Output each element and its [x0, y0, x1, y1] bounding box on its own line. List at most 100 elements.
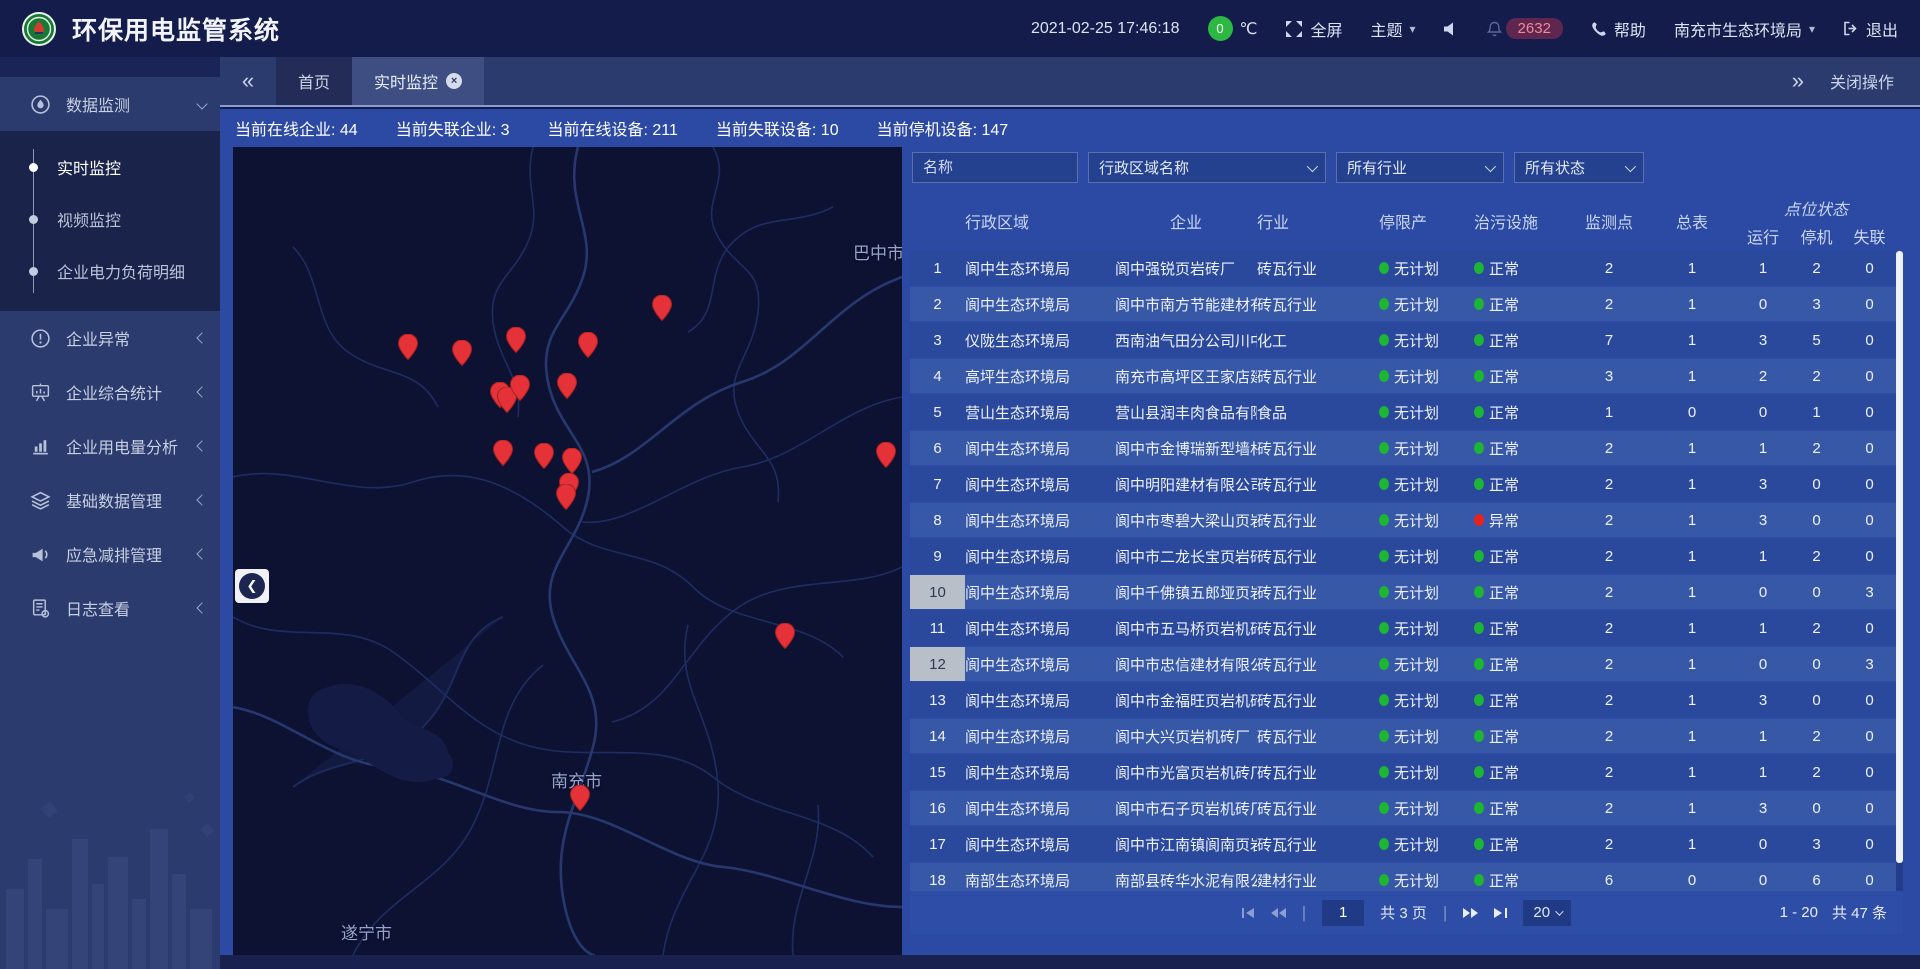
cell-lost: 3: [1843, 647, 1896, 681]
map-basemap: [233, 147, 902, 955]
table-row[interactable]: 14阆中生态环境局阆中大兴页岩机砖厂砖瓦行业无计划正常21120: [910, 719, 1896, 753]
col-meters: 总表: [1648, 191, 1736, 251]
cell-lost: 0: [1843, 251, 1896, 285]
status-dot-icon: [1474, 586, 1484, 598]
table-row[interactable]: 1阆中生态环境局阆中强锐页岩砖厂砖瓦行业无计划正常21120: [910, 251, 1896, 285]
map-marker-icon[interactable]: [493, 440, 513, 466]
name-filter-input[interactable]: [912, 152, 1078, 183]
sidebar-item-enterprise-stats[interactable]: 企业综合统计: [0, 365, 220, 419]
table-row[interactable]: 7阆中生态环境局阆中明阳建材有限公司砖瓦行业无计划正常21300: [910, 467, 1896, 501]
pager-summary: 1 - 20 共 47 条: [1780, 891, 1887, 934]
map-marker-icon[interactable]: [510, 375, 530, 401]
cell-industry: 砖瓦行业: [1257, 827, 1379, 861]
page-size-select[interactable]: 20: [1523, 900, 1571, 926]
cell-company: 阆中市金福旺页岩机砖: [1115, 683, 1257, 717]
cell-facility: 正常: [1474, 791, 1570, 825]
map-collapse-button[interactable]: ❮: [235, 569, 269, 603]
table-row[interactable]: 2阆中生态环境局阆中市南方节能建材有砖瓦行业无计划正常21030: [910, 287, 1896, 321]
col-stop: 停机: [1790, 221, 1843, 251]
map-marker-icon[interactable]: [398, 334, 418, 360]
table-row[interactable]: 3仪陇生态环境局西南油气田分公司川中化工无计划正常71350: [910, 323, 1896, 357]
pager-divider: |: [1443, 903, 1447, 923]
cell-region: 阆中生态环境局: [965, 647, 1115, 681]
page-number-input[interactable]: [1322, 900, 1364, 926]
first-page-button[interactable]: [1242, 907, 1255, 919]
prev-page-button[interactable]: [1271, 907, 1286, 919]
sidebar-item-base-data[interactable]: 基础数据管理: [0, 473, 220, 527]
sidebar-item-emergency-reduction[interactable]: 应急减排管理: [0, 527, 220, 581]
sidebar-item-realtime-monitor[interactable]: 实时监控: [0, 141, 220, 193]
map-marker-icon[interactable]: [557, 373, 577, 399]
sidebar-item-power-load-detail[interactable]: 企业电力负荷明细: [0, 245, 220, 297]
map-marker-icon[interactable]: [570, 785, 590, 811]
table-row[interactable]: 10阆中生态环境局阆中千佛镇五郎垭页岩砖瓦行业无计划正常21003: [910, 575, 1896, 609]
notifications[interactable]: 2632: [1487, 18, 1563, 39]
map-marker-icon[interactable]: [578, 332, 598, 358]
map-marker-icon[interactable]: [534, 443, 554, 469]
industry-filter-select[interactable]: 所有行业: [1336, 152, 1504, 183]
table-row[interactable]: 17阆中生态环境局阆中市江南镇阆南页岩砖瓦行业无计划正常21030: [910, 827, 1896, 861]
fullscreen-button[interactable]: 全屏: [1285, 17, 1342, 41]
help-button[interactable]: 帮助: [1591, 17, 1646, 41]
cell-stop: 2: [1790, 755, 1843, 789]
sidebar-item-data-monitor[interactable]: 数据监测: [0, 77, 220, 131]
table-header: 行政区域 企业 行业 停限产 治污设施 监测点 总表 点位状态 运行 停机 失联: [910, 191, 1903, 251]
tab-home[interactable]: 首页: [276, 57, 352, 105]
pager-divider: |: [1302, 903, 1306, 923]
last-page-button[interactable]: [1494, 907, 1507, 919]
temperature-unit: ℃: [1240, 19, 1258, 39]
map-marker-icon[interactable]: [562, 448, 582, 474]
table-row[interactable]: 15阆中生态环境局阆中市光富页岩机砖厂砖瓦行业无计划正常21120: [910, 755, 1896, 789]
map-marker-icon[interactable]: [652, 295, 672, 321]
cell-industry: 砖瓦行业: [1257, 683, 1379, 717]
cell-index: 15: [910, 755, 965, 789]
status-filter-select[interactable]: 所有状态: [1514, 152, 1644, 183]
map-marker-icon[interactable]: [876, 442, 896, 468]
table-row[interactable]: 8阆中生态环境局阆中市枣碧大梁山页岩砖瓦行业无计划异常21300: [910, 503, 1896, 537]
org-dropdown[interactable]: 南充市生态环境局▾: [1674, 17, 1815, 41]
map-marker-icon[interactable]: [452, 340, 472, 366]
cell-lost: 0: [1843, 287, 1896, 321]
next-page-button[interactable]: [1463, 907, 1478, 919]
table-row[interactable]: 12阆中生态环境局阆中市忠信建材有限公砖瓦行业无计划正常21003: [910, 647, 1896, 681]
table-row[interactable]: 13阆中生态环境局阆中市金福旺页岩机砖砖瓦行业无计划正常21300: [910, 683, 1896, 717]
logout-button[interactable]: 退出: [1843, 17, 1898, 41]
table-row[interactable]: 18南部生态环境局南部县砖华水泥有限公建材行业无计划正常60060: [910, 863, 1896, 891]
alert-icon: [28, 327, 52, 349]
tabs-scroll-right-button[interactable]: »: [1792, 68, 1804, 94]
tab-close-icon[interactable]: ×: [446, 73, 462, 89]
cell-lost: 0: [1843, 827, 1896, 861]
cell-points: 2: [1570, 755, 1648, 789]
table-row[interactable]: 11阆中生态环境局阆中市五马桥页岩机砖砖瓦行业无计划正常21120: [910, 611, 1896, 645]
sidebar-item-enterprise-abnormal[interactable]: 企业异常: [0, 311, 220, 365]
cell-lost: 0: [1843, 359, 1896, 393]
tab-realtime-monitor[interactable]: 实时监控 ×: [352, 57, 484, 105]
cell-run: 0: [1736, 647, 1790, 681]
table-row[interactable]: 16阆中生态环境局阆中市石子页岩机砖厂砖瓦行业无计划正常21300: [910, 791, 1896, 825]
cell-index: 5: [910, 395, 965, 429]
map-marker-icon[interactable]: [775, 623, 795, 649]
mute-button[interactable]: [1444, 22, 1459, 36]
cell-stop: 2: [1790, 251, 1843, 285]
table-row[interactable]: 9阆中生态环境局阆中市二龙长宝页岩砖砖瓦行业无计划正常21120: [910, 539, 1896, 573]
table-row[interactable]: 5营山生态环境局营山县润丰肉食品有限食品无计划正常10010: [910, 395, 1896, 429]
region-filter-select[interactable]: 行政区域名称: [1088, 152, 1326, 183]
table-scrollbar[interactable]: [1896, 251, 1903, 891]
theme-dropdown[interactable]: 主题▾: [1371, 17, 1416, 41]
cell-company: 阆中市二龙长宝页岩砖: [1115, 539, 1257, 573]
map-panel[interactable]: ❮ 巴中市南充市遂宁市: [233, 147, 902, 955]
close-operations-button[interactable]: 关闭操作: [1830, 69, 1894, 93]
tabs-scroll-left-button[interactable]: «: [220, 57, 276, 105]
sidebar-item-power-analysis[interactable]: 企业用电量分析: [0, 419, 220, 473]
cell-industry: 砖瓦行业: [1257, 287, 1379, 321]
map-marker-icon[interactable]: [556, 484, 576, 510]
sidebar-item-video-monitor[interactable]: 视频监控: [0, 193, 220, 245]
scrollbar-thumb[interactable]: [1896, 251, 1903, 863]
table-row[interactable]: 4高坪生态环境局南充市高坪区王家店建砖瓦行业无计划正常31220: [910, 359, 1896, 393]
sidebar-item-log-view[interactable]: 日志查看: [0, 581, 220, 635]
table-row[interactable]: 6阆中生态环境局阆中市金博瑞新型墙材砖瓦行业无计划正常21120: [910, 431, 1896, 465]
cell-stop: 6: [1790, 863, 1843, 891]
cell-run: 3: [1736, 503, 1790, 537]
map-marker-icon[interactable]: [506, 327, 526, 353]
status-dot-icon: [1379, 550, 1389, 562]
